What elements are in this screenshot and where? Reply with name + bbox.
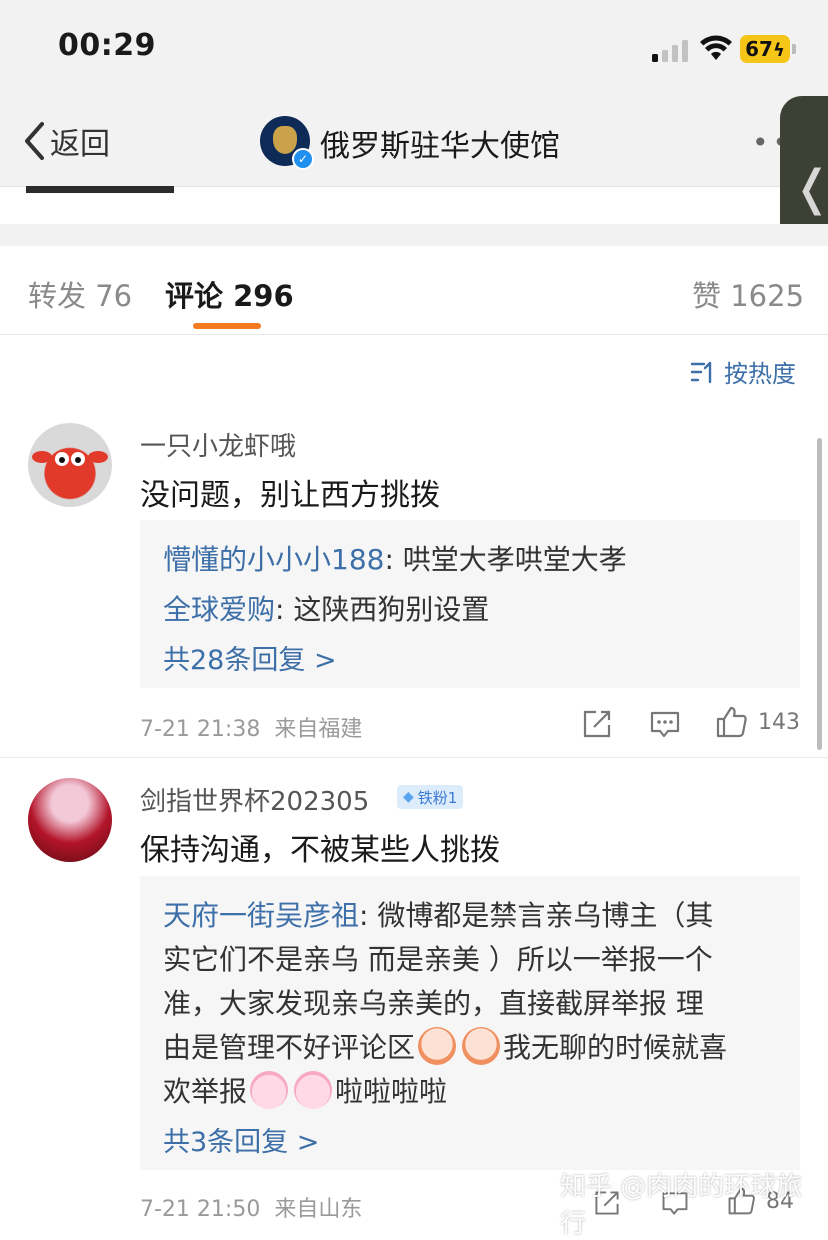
bunny-emoji-icon (294, 1071, 333, 1109)
fan-badge-label: 铁粉1 (417, 788, 458, 807)
active-tab-indicator (193, 323, 261, 329)
reply-icon[interactable] (648, 707, 682, 741)
diamond-icon: ◆ (403, 789, 414, 805)
comment-username[interactable]: 剑指世界杯202305 (140, 781, 369, 818)
tab-likes[interactable]: 赞 1625 (692, 273, 804, 315)
reply-text: : 微博都是禁言亲乌博主（其 (359, 899, 714, 932)
reply-text: 由是管理不好评论区 (163, 1031, 416, 1064)
comment-location: 来自山东 (274, 1197, 363, 1222)
like-count: 143 (758, 709, 800, 735)
comment-location: 来自福建 (274, 717, 363, 742)
reply-line: 由是管理不好评论区 我无聊的时候就喜 (163, 1026, 727, 1066)
sort-icon (690, 361, 712, 383)
status-time: 00:29 (58, 28, 156, 63)
battery-icon: 67ϟ (740, 35, 790, 63)
reply-text: 啦啦啦啦 (335, 1075, 448, 1108)
comment-text: 没问题，别让西方挑拨 (140, 478, 440, 513)
battery-level: 67 (745, 37, 773, 61)
reply-username[interactable]: 天府一街吴彦祖 (163, 899, 359, 932)
tab-reposts[interactable]: 转发 76 (28, 273, 132, 315)
reply-line: 懵懂的小小小188: 哄堂大孝哄堂大孝 (163, 538, 627, 578)
reply-line: 欢举报 啦啦啦啦 (163, 1070, 447, 1110)
comment-meta: 7-21 21:38 来自福建 (140, 711, 362, 743)
sort-button[interactable]: 按热度 (690, 354, 796, 389)
page-title[interactable]: 俄罗斯驻华大使馆 (320, 121, 560, 165)
reply-text: : 哄堂大孝哄堂大孝 (384, 543, 627, 576)
reply-username[interactable]: 懵懂的小小小188 (163, 543, 384, 576)
share-icon[interactable] (580, 707, 614, 741)
view-all-replies-link[interactable]: 共3条回复 > (163, 1120, 319, 1159)
comment-meta: 7-21 21:50 来自山东 (140, 1191, 362, 1223)
cellular-signal-icon (652, 40, 688, 62)
charging-bolt-icon: ϟ (772, 40, 785, 61)
avatar[interactable] (28, 778, 112, 862)
thumbs-up-icon (716, 706, 747, 738)
fan-badge[interactable]: ◆ 铁粉1 (397, 785, 464, 809)
back-button[interactable]: 返回 (22, 118, 110, 164)
section-divider (0, 224, 828, 246)
chevron-left-icon (25, 122, 44, 160)
view-all-replies-link[interactable]: 共28条回复 > (163, 638, 337, 677)
angry-emoji-icon (418, 1027, 457, 1065)
verified-badge-icon: ✓ (292, 148, 314, 170)
reply-text: : 这陕西狗别设置 (275, 593, 490, 626)
reply-preview[interactable]: 懵懂的小小小188: 哄堂大孝哄堂大孝 全球爱购: 这陕西狗别设置 共28条回复… (140, 520, 800, 688)
reply-text: 我无聊的时候就喜 (503, 1031, 728, 1064)
comment-text: 保持沟通，不被某些人挑拨 (140, 833, 500, 868)
bunny-emoji-icon (250, 1071, 289, 1109)
reply-text: 准，大家发现亲乌亲美的，直接截屏举报 理 (163, 987, 704, 1020)
reply-username[interactable]: 全球爱购 (163, 593, 275, 626)
comment-divider (0, 757, 828, 758)
wifi-icon (700, 35, 732, 60)
reply-line: 全球爱购: 这陕西狗别设置 (163, 588, 489, 628)
comment-time: 7-21 21:50 (140, 1197, 261, 1222)
reply-line: 天府一街吴彦祖: 微博都是禁言亲乌博主（其 (163, 894, 713, 934)
sort-label: 按热度 (724, 360, 796, 388)
tab-comments[interactable]: 评论 296 (165, 273, 294, 315)
watermark: 知乎 @肉肉的环球旅行 (560, 1172, 803, 1239)
back-label: 返回 (50, 127, 110, 162)
scrollbar[interactable] (817, 438, 822, 750)
reply-text: 欢举报 (163, 1075, 248, 1108)
like-button[interactable]: 143 (714, 705, 800, 739)
reply-text: 实它们不是亲乌 而是亲美 ）所以一举报一个 (163, 943, 713, 976)
battery-cap (792, 44, 796, 54)
angry-emoji-icon (462, 1027, 501, 1065)
comment-time: 7-21 21:38 (140, 717, 261, 742)
post-image-edge (26, 186, 174, 193)
avatar[interactable] (28, 423, 112, 507)
comment-username[interactable]: 一只小龙虾哦 (140, 426, 296, 463)
chevron-left-icon: ❬ (792, 160, 828, 216)
reply-preview[interactable]: 天府一街吴彦祖: 微博都是禁言亲乌博主（其 实它们不是亲乌 而是亲美 ）所以一举… (140, 876, 800, 1170)
